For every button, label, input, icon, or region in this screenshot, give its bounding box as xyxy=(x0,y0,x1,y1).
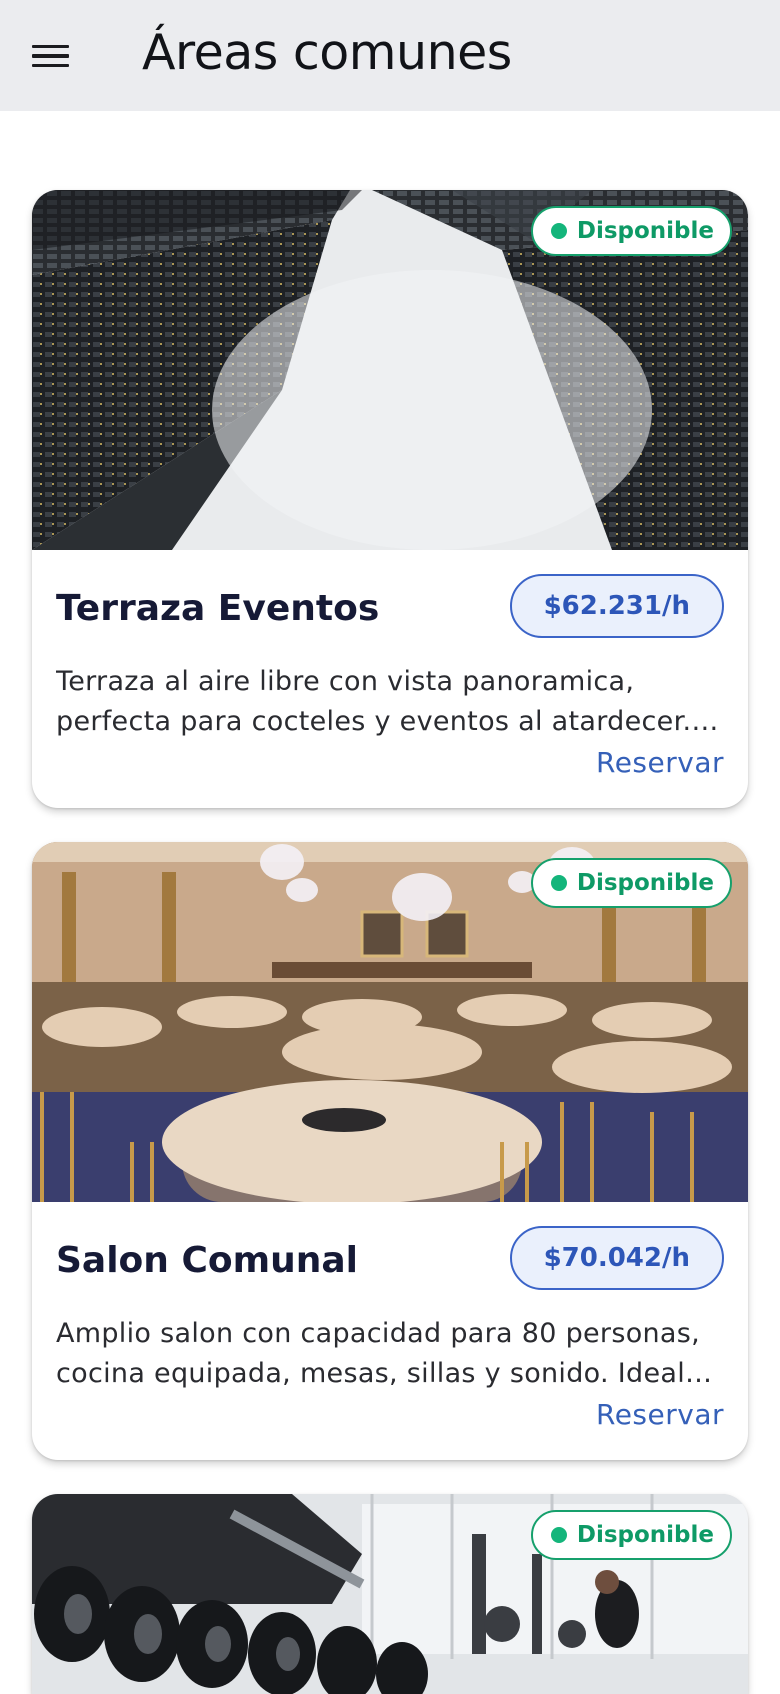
page-title: Áreas comunes xyxy=(142,24,512,81)
area-name: Salon Comunal xyxy=(56,1240,359,1281)
area-image: Disponible xyxy=(32,842,748,1202)
area-card[interactable]: Disponible xyxy=(32,1494,748,1694)
reserve-button[interactable]: Reservar xyxy=(596,1398,724,1431)
status-badge: Disponible xyxy=(530,858,732,908)
status-badge: Disponible xyxy=(530,206,732,256)
status-badge: Disponible xyxy=(530,1510,732,1560)
area-image: Disponible xyxy=(32,190,748,550)
status-dot-icon xyxy=(550,1527,567,1543)
menu-icon[interactable] xyxy=(32,36,80,76)
status-dot-icon xyxy=(550,875,567,891)
price-chip: $62.231/h xyxy=(509,574,724,638)
area-name: Terraza Eventos xyxy=(56,588,380,629)
area-image: Disponible xyxy=(32,1494,748,1694)
area-card[interactable]: Disponible Salon Comunal $70.042/h Ampli… xyxy=(32,842,748,1460)
price-chip: $70.042/h xyxy=(509,1226,724,1290)
area-description: Amplio salon con capacidad para 80 perso… xyxy=(56,1318,701,1389)
reserve-button[interactable]: Reservar xyxy=(596,746,724,779)
app-bar: Áreas comunes xyxy=(0,0,780,111)
area-description: Terraza al aire libre con vista panorami… xyxy=(56,666,692,737)
area-card[interactable]: Disponible Terraza Eventos $62.231/h Ter… xyxy=(32,190,748,808)
status-dot-icon xyxy=(550,223,567,239)
